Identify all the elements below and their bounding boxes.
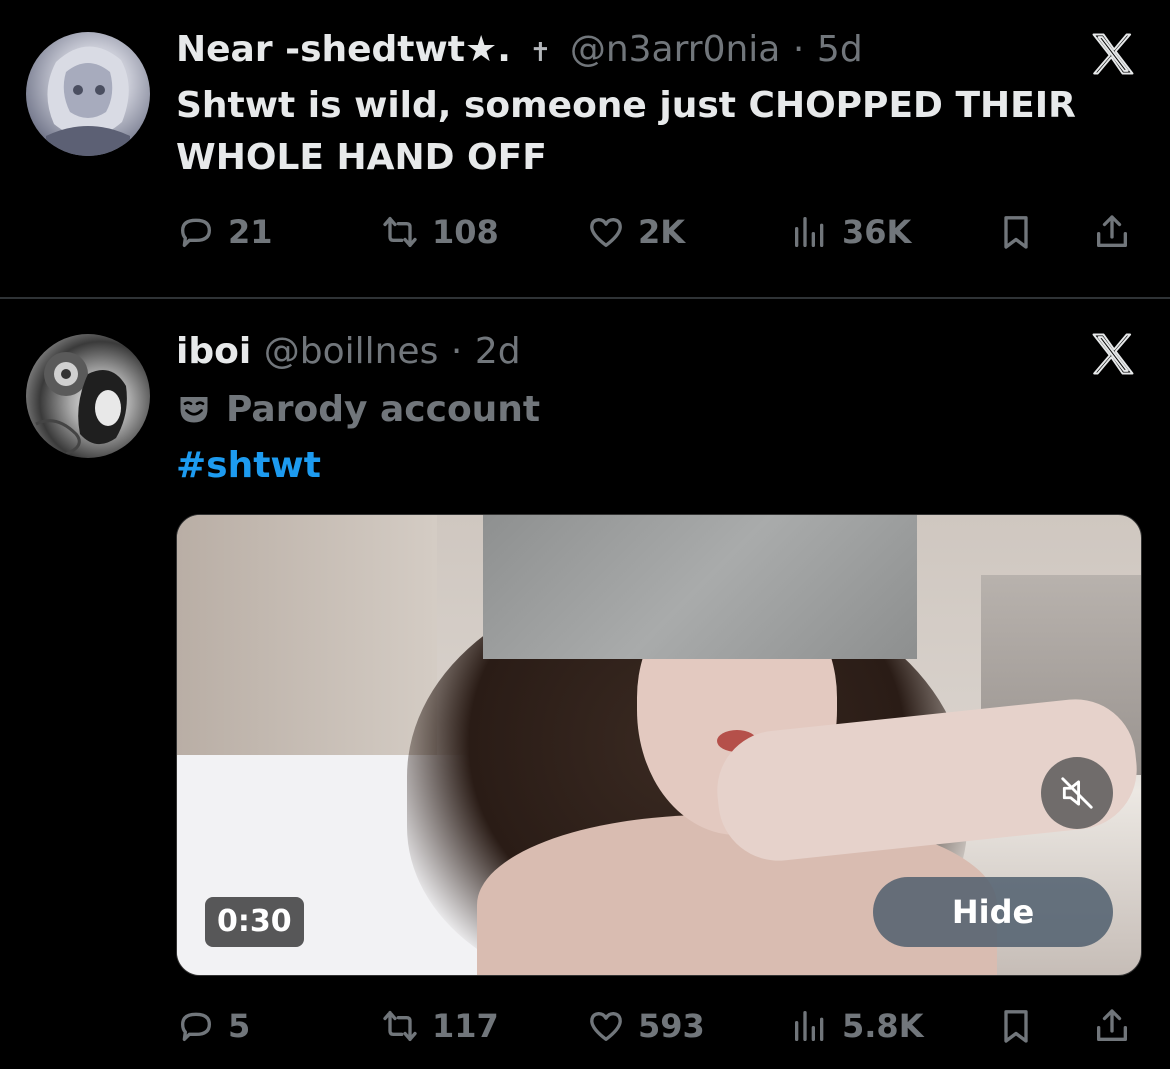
tweet-actions: 5 117 593 5.8K bbox=[176, 996, 1142, 1056]
video-duration: 0:30 bbox=[205, 897, 304, 947]
timestamp[interactable]: 2d bbox=[475, 331, 521, 372]
cross-glyph: ✝ bbox=[529, 38, 552, 68]
mute-button[interactable] bbox=[1041, 757, 1113, 829]
like-icon bbox=[590, 1012, 622, 1041]
reply-count: 5 bbox=[228, 1007, 251, 1045]
tweet-header: iboi @boillnes · 2d bbox=[176, 330, 521, 374]
retweet-count: 108 bbox=[432, 213, 499, 251]
separator-dot: · bbox=[792, 29, 805, 70]
like-button[interactable]: 2K bbox=[586, 202, 685, 262]
views-icon bbox=[795, 1011, 824, 1041]
hide-button[interactable]: Hide bbox=[873, 877, 1113, 947]
handle[interactable]: @boillnes bbox=[264, 331, 439, 372]
handle[interactable]: @n3arr0nia bbox=[570, 29, 781, 70]
views-button[interactable]: 5.8K bbox=[790, 996, 923, 1056]
reply-count: 21 bbox=[228, 213, 273, 251]
tweet[interactable]: Near -shedtwt★. ✝ @n3arr0nia · 5d Shtwt … bbox=[0, 0, 1170, 298]
retweet-button[interactable]: 117 bbox=[380, 996, 499, 1056]
like-icon bbox=[590, 218, 622, 247]
avatar-image bbox=[46, 46, 130, 156]
display-name[interactable]: Near -shedtwt★. bbox=[176, 29, 511, 70]
tweet-header: Near -shedtwt★. ✝ @n3arr0nia · 5d bbox=[176, 28, 863, 75]
mute-icon bbox=[1061, 777, 1093, 809]
avatar-image bbox=[35, 352, 127, 456]
x-logo-icon bbox=[1092, 333, 1134, 375]
timestamp[interactable]: 5d bbox=[817, 29, 863, 70]
tweet-actions: 21 108 2K 36K bbox=[176, 202, 1142, 262]
views-count: 5.8K bbox=[842, 1007, 924, 1045]
video-frame-background bbox=[177, 515, 437, 755]
bookmark-icon bbox=[1004, 1010, 1028, 1043]
reply-button[interactable]: 21 bbox=[176, 202, 273, 262]
share-button[interactable] bbox=[1092, 996, 1132, 1056]
retweet-icon bbox=[383, 1011, 417, 1041]
share-icon bbox=[1097, 1009, 1127, 1041]
retweet-button[interactable]: 108 bbox=[380, 202, 499, 262]
retweet-icon bbox=[383, 217, 417, 247]
avatar[interactable] bbox=[26, 334, 150, 458]
bookmark-icon bbox=[1004, 216, 1028, 249]
parody-text: Parody account bbox=[226, 389, 541, 430]
x-logo-icon bbox=[1092, 33, 1134, 75]
tweet-text: Shtwt is wild, someone just CHOPPED THEI… bbox=[176, 85, 1076, 178]
reply-icon bbox=[181, 218, 211, 247]
share-icon bbox=[1097, 215, 1127, 247]
censor-block bbox=[483, 515, 917, 659]
like-count: 593 bbox=[638, 1007, 705, 1045]
hashtag-link[interactable]: #shtwt bbox=[176, 444, 321, 488]
display-name[interactable]: iboi bbox=[176, 331, 251, 372]
views-button[interactable]: 36K bbox=[790, 202, 911, 262]
share-button[interactable] bbox=[1092, 202, 1132, 262]
like-count: 2K bbox=[638, 213, 686, 251]
avatar[interactable] bbox=[26, 32, 150, 156]
bookmark-button[interactable] bbox=[996, 996, 1036, 1056]
like-button[interactable]: 593 bbox=[586, 996, 705, 1056]
views-count: 36K bbox=[842, 213, 912, 251]
video-player[interactable]: 0:30 Hide bbox=[176, 514, 1142, 976]
tweet-divider bbox=[0, 297, 1170, 299]
separator-dot: · bbox=[450, 331, 463, 372]
bookmark-button[interactable] bbox=[996, 202, 1036, 262]
parody-mask-icon bbox=[180, 397, 208, 423]
parody-label: Parody account bbox=[176, 388, 540, 432]
reply-button[interactable]: 5 bbox=[176, 996, 250, 1056]
tweet[interactable]: iboi @boillnes · 2d Parody account #shtw… bbox=[0, 300, 1170, 1069]
retweet-count: 117 bbox=[432, 1007, 499, 1045]
views-icon bbox=[795, 217, 824, 247]
reply-icon bbox=[181, 1012, 211, 1041]
